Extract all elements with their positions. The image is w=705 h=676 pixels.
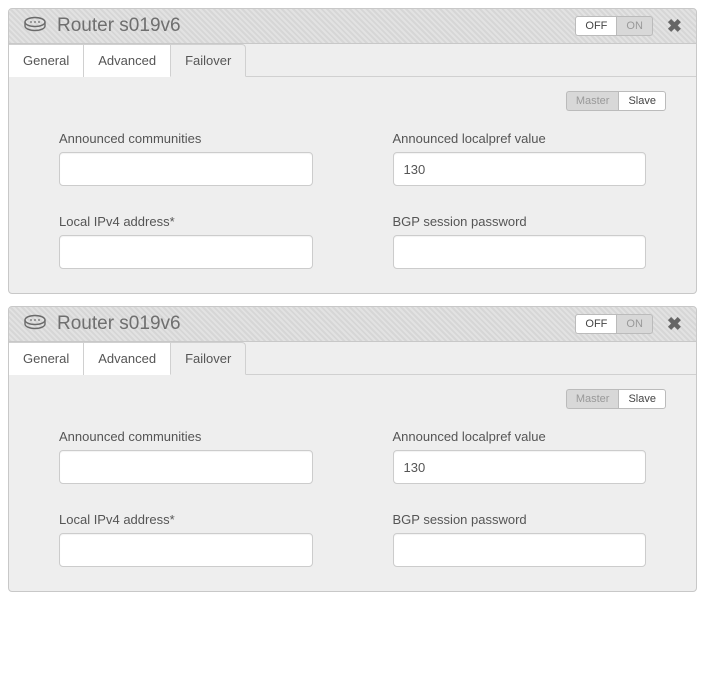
input-bgp-password[interactable] — [393, 533, 647, 567]
label-announced-communities: Announced communities — [59, 131, 313, 146]
label-announced-localpref: Announced localpref value — [393, 131, 647, 146]
tab-body: Master Slave Announced communities Annou… — [9, 375, 696, 591]
master-button[interactable]: Master — [566, 389, 619, 409]
router-panel: Router s019v6 OFF ON ✖ General Advanced … — [8, 8, 697, 294]
close-icon[interactable]: ✖ — [663, 17, 686, 35]
power-off-button[interactable]: OFF — [575, 16, 616, 36]
power-toggle: OFF ON — [575, 314, 653, 334]
label-local-ipv4: Local IPv4 address* — [59, 512, 313, 527]
tab-advanced[interactable]: Advanced — [83, 44, 171, 77]
power-on-button[interactable]: ON — [616, 314, 653, 334]
label-announced-localpref: Announced localpref value — [393, 429, 647, 444]
router-panel: Router s019v6 OFF ON ✖ General Advanced … — [8, 306, 697, 592]
power-off-button[interactable]: OFF — [575, 314, 616, 334]
tab-failover[interactable]: Failover — [170, 44, 246, 77]
tab-failover[interactable]: Failover — [170, 342, 246, 375]
close-icon[interactable]: ✖ — [663, 315, 686, 333]
router-icon — [23, 314, 47, 335]
tab-advanced[interactable]: Advanced — [83, 342, 171, 375]
label-bgp-password: BGP session password — [393, 214, 647, 229]
slave-button[interactable]: Slave — [618, 389, 666, 409]
field-announced-localpref: Announced localpref value — [393, 429, 647, 484]
panel-title: Router s019v6 — [57, 313, 575, 335]
label-bgp-password: BGP session password — [393, 512, 647, 527]
input-announced-communities[interactable] — [59, 450, 313, 484]
label-local-ipv4: Local IPv4 address* — [59, 214, 313, 229]
tab-body: Master Slave Announced communities Annou… — [9, 77, 696, 293]
master-button[interactable]: Master — [566, 91, 619, 111]
label-announced-communities: Announced communities — [59, 429, 313, 444]
power-on-button[interactable]: ON — [616, 16, 653, 36]
tab-general[interactable]: General — [9, 44, 84, 77]
field-bgp-password: BGP session password — [393, 214, 647, 269]
panel-title: Router s019v6 — [57, 15, 575, 37]
input-local-ipv4[interactable] — [59, 533, 313, 567]
input-announced-localpref[interactable] — [393, 152, 647, 186]
form-grid: Announced communities Announced localpre… — [29, 429, 676, 567]
master-slave-row: Master Slave — [29, 389, 676, 409]
field-announced-communities: Announced communities — [59, 131, 313, 186]
router-icon — [23, 16, 47, 37]
panel-header: Router s019v6 OFF ON ✖ — [9, 307, 696, 342]
master-slave-toggle: Master Slave — [566, 91, 666, 111]
tab-bar: General Advanced Failover — [9, 44, 696, 77]
input-announced-communities[interactable] — [59, 152, 313, 186]
field-local-ipv4: Local IPv4 address* — [59, 214, 313, 269]
slave-button[interactable]: Slave — [618, 91, 666, 111]
power-toggle: OFF ON — [575, 16, 653, 36]
field-announced-localpref: Announced localpref value — [393, 131, 647, 186]
panel-header: Router s019v6 OFF ON ✖ — [9, 9, 696, 44]
master-slave-row: Master Slave — [29, 91, 676, 111]
field-bgp-password: BGP session password — [393, 512, 647, 567]
form-grid: Announced communities Announced localpre… — [29, 131, 676, 269]
master-slave-toggle: Master Slave — [566, 389, 666, 409]
input-local-ipv4[interactable] — [59, 235, 313, 269]
input-announced-localpref[interactable] — [393, 450, 647, 484]
input-bgp-password[interactable] — [393, 235, 647, 269]
tab-bar: General Advanced Failover — [9, 342, 696, 375]
field-announced-communities: Announced communities — [59, 429, 313, 484]
field-local-ipv4: Local IPv4 address* — [59, 512, 313, 567]
tab-general[interactable]: General — [9, 342, 84, 375]
